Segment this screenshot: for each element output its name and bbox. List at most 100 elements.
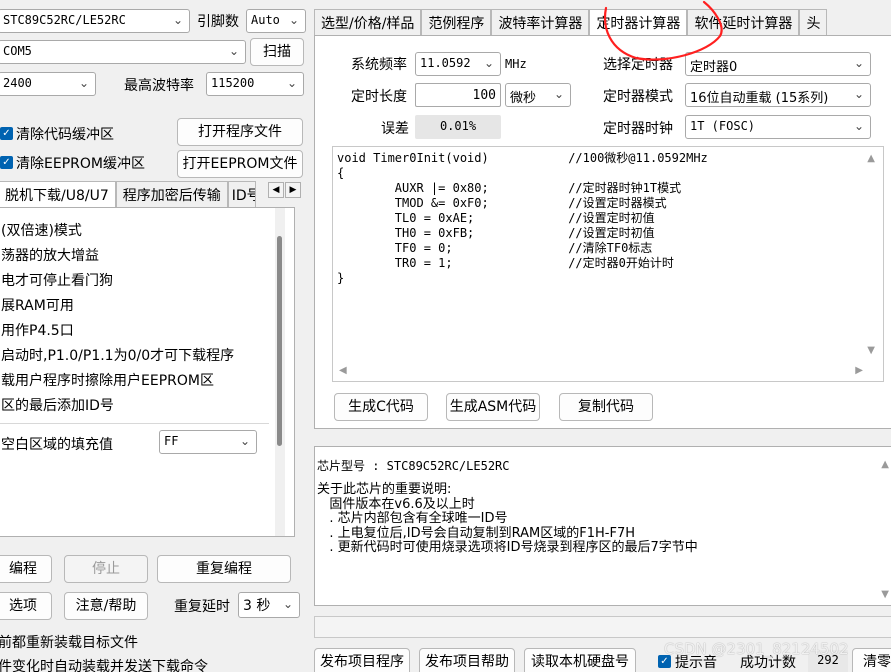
scrollbar-thumb[interactable] bbox=[277, 236, 282, 446]
reprogram-button[interactable]: 重复编程 bbox=[157, 555, 291, 583]
open-program-button[interactable]: 打开程序文件 bbox=[177, 118, 303, 146]
chevron-down-icon: ⌄ bbox=[853, 56, 864, 70]
left-tab-bar: 脱机下载/U8/U7 程序加密后传输 ID号 bbox=[0, 181, 256, 208]
timer-mode-select[interactable]: 16位自动重载 (15系列) ⌄ bbox=[685, 83, 871, 107]
timer-length-input[interactable]: 100 bbox=[415, 83, 501, 107]
copy-code-button[interactable]: 复制代码 bbox=[559, 393, 653, 421]
max-baud-select[interactable]: 115200 ⌄ bbox=[206, 72, 304, 96]
chip-select[interactable]: STC89C52RC/LE52RC ⌄ bbox=[0, 9, 190, 33]
open-eeprom-button[interactable]: 打开EEPROM文件 bbox=[177, 150, 303, 178]
options-scrollbar[interactable] bbox=[275, 208, 285, 536]
tab-baud-calculator[interactable]: 波特率计算器 bbox=[491, 9, 590, 36]
timer-calculator-panel: 系统频率 11.0592 ⌄ MHz 选择定时器 定时器0 ⌄ 定时长度 100… bbox=[314, 35, 891, 429]
reload-note[interactable]: 前都重新装载目标文件 bbox=[0, 632, 138, 652]
clear-eeprom-checkbox[interactable]: ✓ bbox=[0, 156, 13, 169]
tab-id[interactable]: ID号 bbox=[227, 181, 256, 208]
chip-note-line: 关于此芯片的重要说明: bbox=[317, 482, 452, 497]
option-item[interactable]: 启动时,P1.0/P1.1为0/0才可下载程序 bbox=[1, 345, 234, 365]
download-options-panel: (双倍速)模式 荡器的放大增益 电才可停止看门狗 展RAM可用 用作P4.5口 … bbox=[0, 207, 295, 537]
scroll-left-icon[interactable]: ◀ bbox=[339, 365, 347, 376]
divider bbox=[0, 423, 269, 424]
tab-examples[interactable]: 范例程序 bbox=[421, 9, 492, 36]
com-port-select[interactable]: COM5 ⌄ bbox=[0, 40, 246, 64]
chevron-down-icon: ⌄ bbox=[282, 597, 293, 611]
option-item[interactable]: (双倍速)模式 bbox=[1, 220, 82, 240]
clear-count-button[interactable]: 清零 bbox=[852, 648, 891, 672]
option-item[interactable]: 荡器的放大增益 bbox=[1, 245, 99, 265]
program-button[interactable]: 编程 bbox=[0, 555, 52, 583]
timer-clock-label: 定时器时钟 bbox=[603, 121, 673, 137]
max-baud-value: 115200 bbox=[211, 76, 255, 90]
clear-code-checkbox[interactable]: ✓ bbox=[0, 127, 13, 140]
scan-button[interactable]: 扫描 bbox=[250, 38, 304, 66]
red-annotation-circle bbox=[604, 0, 723, 61]
stop-button[interactable]: 停止 bbox=[64, 555, 148, 583]
fill-value: FF bbox=[164, 434, 179, 448]
chevron-down-icon: ⌄ bbox=[483, 56, 494, 70]
options-button[interactable]: 选项 bbox=[0, 592, 52, 620]
tab-scroll-right-icon[interactable]: ▶ bbox=[285, 182, 301, 198]
repeat-delay-label: 重复延时 bbox=[174, 599, 230, 615]
chip-model-line: 芯片型号 : STC89C52RC/LE52RC bbox=[317, 459, 510, 473]
timer-mode-value: 16位自动重载 (15系列) bbox=[690, 91, 829, 106]
progress-bar bbox=[314, 616, 891, 638]
chevron-down-icon: ⌄ bbox=[553, 87, 564, 101]
code-output-box[interactable]: void Timer0Init(void) //100微秒@11.0592MHz… bbox=[332, 146, 884, 382]
sys-freq-label: 系统频率 bbox=[351, 57, 407, 73]
clear-code-label: 清除代码缓冲区 bbox=[16, 127, 114, 143]
timer-length-label: 定时长度 bbox=[351, 89, 407, 105]
scroll-down-icon[interactable]: ▼ bbox=[867, 345, 875, 356]
help-button[interactable]: 注意/帮助 bbox=[64, 592, 148, 620]
repeat-delay-select[interactable]: 3 秒 ⌄ bbox=[238, 592, 300, 618]
timer-clock-value: 1T (FOSC) bbox=[690, 119, 756, 133]
timer-clock-select[interactable]: 1T (FOSC) ⌄ bbox=[685, 115, 871, 139]
right-tab-bar: 选型/价格/样品 范例程序 波特率计算器 定时器计算器 软件延时计算器 头 bbox=[314, 9, 828, 36]
generated-code: void Timer0Init(void) //100微秒@11.0592MHz… bbox=[337, 151, 708, 285]
pin-count-select[interactable]: Auto ⌄ bbox=[246, 9, 306, 33]
pin-count-label: 引脚数 bbox=[197, 14, 239, 30]
option-item[interactable]: 电才可停止看门狗 bbox=[1, 270, 113, 290]
chip-note-line: . 更新代码时可使用烧录选项将ID号烧录到程序区的最后7字节中 bbox=[317, 540, 698, 555]
read-disk-button[interactable]: 读取本机硬盘号 bbox=[524, 648, 636, 672]
scroll-right-icon[interactable]: ▶ bbox=[855, 365, 863, 376]
sys-freq-value: 11.0592 bbox=[420, 56, 471, 70]
auto-load-note[interactable]: 件变化时自动装载并发送下载命令 bbox=[0, 656, 208, 672]
option-item[interactable]: 载用户程序时擦除用户EEPROM区 bbox=[1, 370, 214, 390]
timer-unit-value: 微秒 bbox=[510, 91, 537, 106]
chevron-down-icon: ⌄ bbox=[853, 119, 864, 133]
timer-length-value: 100 bbox=[472, 88, 496, 103]
error-label: 误差 bbox=[381, 121, 409, 137]
sys-freq-select[interactable]: 11.0592 ⌄ bbox=[415, 52, 501, 76]
clear-eeprom-label: 清除EEPROM缓冲区 bbox=[16, 156, 145, 172]
scroll-down-icon[interactable]: ▼ bbox=[881, 589, 889, 600]
baud-select[interactable]: 2400 ⌄ bbox=[0, 72, 96, 96]
option-item[interactable]: 区的最后添加ID号 bbox=[1, 395, 114, 415]
scroll-up-icon[interactable]: ▲ bbox=[881, 459, 889, 470]
tab-offline-download[interactable]: 脱机下载/U8/U7 bbox=[0, 181, 116, 208]
timer-mode-label: 定时器模式 bbox=[603, 89, 673, 105]
tab-header[interactable]: 头 bbox=[799, 9, 828, 36]
tab-scroll-left-icon[interactable]: ◀ bbox=[268, 182, 284, 198]
option-item[interactable]: 用作P4.5口 bbox=[1, 320, 74, 340]
pin-count-value: Auto bbox=[251, 13, 280, 27]
scroll-up-icon[interactable]: ▲ bbox=[867, 153, 875, 164]
fill-value-select[interactable]: FF ⌄ bbox=[159, 430, 257, 454]
timer-unit-select[interactable]: 微秒 ⌄ bbox=[505, 83, 571, 107]
max-baud-label: 最高波特率 bbox=[124, 78, 194, 94]
watermark: CSDN @2301_82124502 bbox=[664, 640, 849, 658]
chip-info-panel: 芯片型号 : STC89C52RC/LE52RC 关于此芯片的重要说明: 固件版… bbox=[314, 446, 891, 606]
generate-c-button[interactable]: 生成C代码 bbox=[334, 393, 428, 421]
repeat-delay-value: 3 秒 bbox=[243, 598, 271, 614]
chevron-down-icon: ⌄ bbox=[853, 87, 864, 101]
baud-value: 2400 bbox=[3, 76, 32, 90]
tab-encrypted-transfer[interactable]: 程序加密后传输 bbox=[115, 181, 228, 208]
publish-help-button[interactable]: 发布项目帮助 bbox=[419, 648, 515, 672]
error-value: 0.01% bbox=[415, 115, 501, 139]
option-item[interactable]: 展RAM可用 bbox=[1, 295, 74, 315]
generate-asm-button[interactable]: 生成ASM代码 bbox=[446, 393, 540, 421]
tab-selection-price[interactable]: 选型/价格/样品 bbox=[314, 9, 422, 36]
chip-note-line: 固件版本在v6.6及以上时 bbox=[317, 496, 475, 512]
publish-program-button[interactable]: 发布项目程序 bbox=[314, 648, 410, 672]
sys-freq-unit: MHz bbox=[505, 57, 527, 71]
fill-value-label: 空白区域的填充值 bbox=[1, 437, 113, 453]
